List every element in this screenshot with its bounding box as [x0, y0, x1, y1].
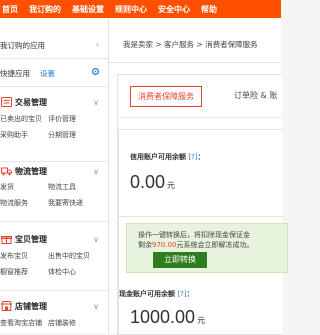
cash-help-link[interactable]: [?]: [177, 290, 186, 298]
credit-help-link[interactable]: [?]: [188, 153, 197, 161]
gift-icon: [1, 234, 12, 244]
sidebar-link-send-express[interactable]: 我要寄快递: [48, 198, 83, 208]
sidebar-link-installments[interactable]: 分期管理: [48, 130, 76, 140]
sidebar-section-store-title: 店铺管理: [15, 302, 47, 311]
divider: [109, 62, 281, 63]
divider: [0, 58, 108, 59]
sidebar-link-publish-item[interactable]: 发布宝贝: [0, 251, 28, 261]
convert-notice-amount: 970.00: [152, 241, 177, 249]
sidebar-quick-apps-label: 快捷应用: [0, 69, 30, 78]
convert-notice-line2: 剩余970.00元系统会立即解冻成功。: [138, 240, 254, 250]
sidebar-my-apps-label: 我订购的应用: [0, 41, 45, 50]
truck-icon: [1, 166, 12, 176]
cash-amount-value: 1000.00: [130, 307, 196, 327]
top-navigation-bar: 首页 我订购的 基础设置 规则中心 安全中心 帮助: [0, 0, 281, 18]
divider: [0, 290, 108, 291]
sidebar-section-trade-title: 交易管理: [15, 98, 47, 107]
sidebar-section-store[interactable]: 店铺管理: [0, 301, 47, 312]
convert-notice: 操作一键转换后，将扣除现金保证金 剩余970.00元系统会立即解冻成功。 立即转…: [126, 223, 288, 273]
chevron-down-icon[interactable]: ∨: [93, 167, 99, 176]
quick-apps-settings-link[interactable]: 设置: [40, 68, 55, 79]
sidebar-my-apps[interactable]: 我订购的应用 ›: [0, 40, 108, 52]
sidebar-section-logistics-title: 物流管理: [15, 167, 47, 176]
sidebar-quick-apps: 快捷应用 设置: [0, 67, 108, 80]
sidebar-link-logistics-service[interactable]: 物流服务: [0, 198, 28, 208]
service-panel: 消费者保障服务 订单险 & 账 信用账户可用余额 [?]： 0.00 元 操作一键…: [117, 74, 288, 335]
gear-icon[interactable]: [91, 67, 100, 78]
chevron-down-icon[interactable]: ∨: [93, 302, 99, 311]
topnav-item-security[interactable]: 安全中心: [158, 4, 190, 15]
topnav-item-basic-settings[interactable]: 基础设置: [72, 4, 104, 15]
sidebar-link-sold-items[interactable]: 已卖出的宝贝: [0, 114, 42, 124]
sidebar-link-store-decor[interactable]: 店铺装修: [48, 318, 76, 328]
credit-balance-label: 信用账户可用余额 [?]：: [130, 152, 205, 162]
main-content: 我是卖家 > 客户服务 > 消费者保障服务 消费者保障服务 订单险 & 账 信用…: [109, 18, 288, 335]
sidebar-section-logistics[interactable]: 物流管理: [1, 166, 47, 177]
convert-notice-prefix: 剩余: [138, 241, 152, 249]
sidebar-link-health-center[interactable]: 体检中心: [48, 267, 76, 277]
sidebar-link-purchase-assistant[interactable]: 采购助手: [0, 130, 28, 140]
store-icon: [0, 301, 13, 311]
sidebar-link-logistics-tools[interactable]: 物流工具: [48, 182, 76, 192]
convert-notice-line1: 操作一键转换后，将扣除现金保证金: [138, 231, 250, 239]
topnav-item-rules[interactable]: 规则中心: [115, 4, 147, 15]
tab-order-insurance[interactable]: 订单险 & 账: [234, 90, 277, 101]
trade-icon: [1, 97, 12, 107]
divider: [0, 161, 108, 162]
account-box: 信用账户可用余额 [?]： 0.00 元 操作一键转换后，将扣除现金保证金 剩余9…: [118, 129, 288, 335]
credit-balance-label-text: 信用账户可用余额: [130, 153, 186, 161]
credit-balance-amount: 0.00 元: [130, 172, 175, 193]
sidebar-link-items-on-sale[interactable]: 出售中的宝贝: [48, 251, 90, 261]
chevron-down-icon[interactable]: ∨: [93, 235, 99, 244]
sidebar-link-view-store[interactable]: 查看淘宝店铺: [0, 318, 42, 328]
tab-bar: 消费者保障服务 订单险 & 账: [118, 75, 282, 118]
sidebar-section-items-title: 宝贝管理: [15, 235, 47, 244]
credit-amount-unit: 元: [167, 181, 176, 190]
credit-amount-value: 0.00: [130, 172, 166, 192]
sidebar-link-window-recommend[interactable]: 橱窗推荐: [0, 267, 28, 277]
topnav-item-help[interactable]: 帮助: [201, 4, 217, 15]
cash-colon: ：: [186, 290, 194, 298]
credit-colon: ：: [197, 153, 205, 161]
divider: [0, 221, 108, 222]
sidebar: 我订购的应用 › 快捷应用 设置 交易管理 ∨ 已卖出的宝贝 评价管理 采购助手…: [0, 18, 109, 333]
chevron-down-icon[interactable]: ∨: [93, 98, 99, 107]
topnav-item-subscribed[interactable]: 我订购的: [29, 4, 61, 15]
tab-consumer-protection[interactable]: 消费者保障服务: [130, 86, 202, 107]
sidebar-section-items[interactable]: 宝贝管理: [1, 234, 47, 245]
cash-amount-unit: 元: [197, 316, 206, 325]
convert-now-button[interactable]: 立即转换: [153, 252, 207, 268]
cash-balance-amount: 1000.00 元: [130, 307, 205, 328]
convert-notice-suffix: 元系统会立即解冻成功。: [176, 241, 254, 249]
sidebar-link-reviews[interactable]: 评价管理: [48, 114, 76, 124]
sidebar-link-ship[interactable]: 发货: [0, 182, 14, 192]
cash-balance-label-text: 现金账户可用余额: [119, 290, 175, 298]
topnav-item-home[interactable]: 首页: [2, 4, 18, 15]
sidebar-section-trade[interactable]: 交易管理: [1, 97, 47, 108]
divider: [0, 86, 108, 87]
chevron-right-icon: ›: [95, 40, 99, 49]
divider: [119, 216, 283, 217]
cash-balance-label: 现金账户可用余额 [?]：: [119, 289, 194, 299]
breadcrumb: 我是卖家 > 客户服务 > 消费者保障服务: [123, 40, 258, 49]
convert-notice-text: 操作一键转换后，将扣除现金保证金 剩余970.00元系统会立即解冻成功。: [138, 230, 254, 250]
